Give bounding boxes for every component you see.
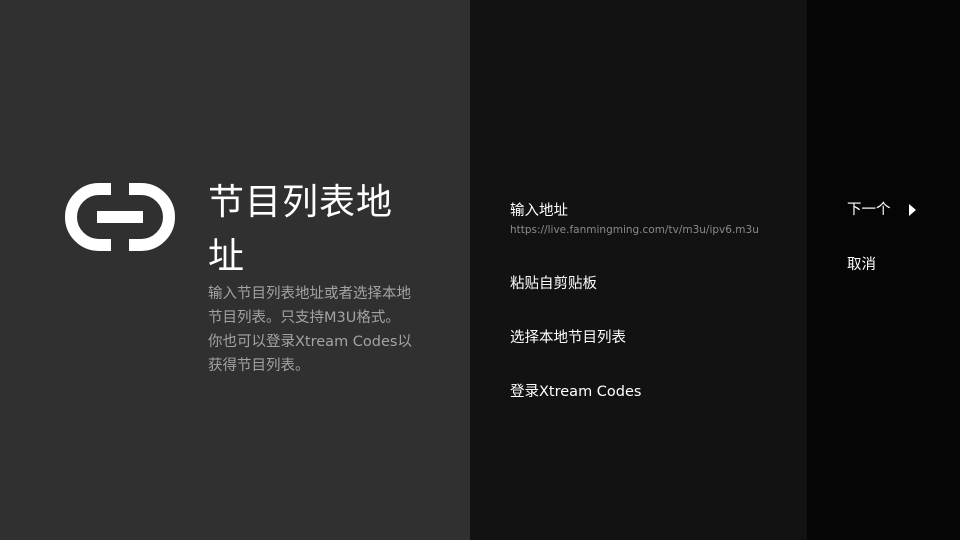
page-title: 节目列表地址 — [208, 182, 394, 277]
guidance-panel: 节目列表地址 输入节目列表地址或者选择本地节目列表。只支持M3U格式。你也可以登… — [0, 0, 470, 540]
action-label: 登录Xtream Codes — [510, 384, 642, 400]
guided-buttons-panel — [807, 0, 960, 540]
guided-step-screen: 节目列表地址 输入节目列表地址或者选择本地节目列表。只支持M3U格式。你也可以登… — [0, 0, 960, 540]
link-icon — [65, 183, 175, 251]
chevron-right-icon — [909, 204, 916, 216]
current-address-value: https://live.fanmingming.com/tv/m3u/ipv6… — [510, 224, 759, 236]
action-label: 选择本地节目列表 — [510, 330, 626, 346]
action-label: 输入地址 — [510, 203, 568, 219]
action-enter-address[interactable]: 输入地址 https://live.fanmingming.com/tv/m3u… — [510, 201, 800, 237]
next-label: 下一个 — [847, 202, 891, 218]
action-paste-clipboard[interactable]: 粘贴自剪贴板 — [510, 274, 800, 294]
action-login-xtream-codes[interactable]: 登录Xtream Codes — [510, 382, 800, 402]
action-select-local-playlist[interactable]: 选择本地节目列表 — [510, 328, 800, 348]
page-description: 输入节目列表地址或者选择本地节目列表。只支持M3U格式。你也可以登录Xtream… — [208, 286, 412, 374]
next-button[interactable]: 下一个 — [847, 200, 922, 220]
cancel-label: 取消 — [847, 257, 876, 273]
action-label: 粘贴自剪贴板 — [510, 276, 597, 292]
cancel-button[interactable]: 取消 — [847, 255, 876, 275]
actions-panel — [470, 0, 807, 540]
